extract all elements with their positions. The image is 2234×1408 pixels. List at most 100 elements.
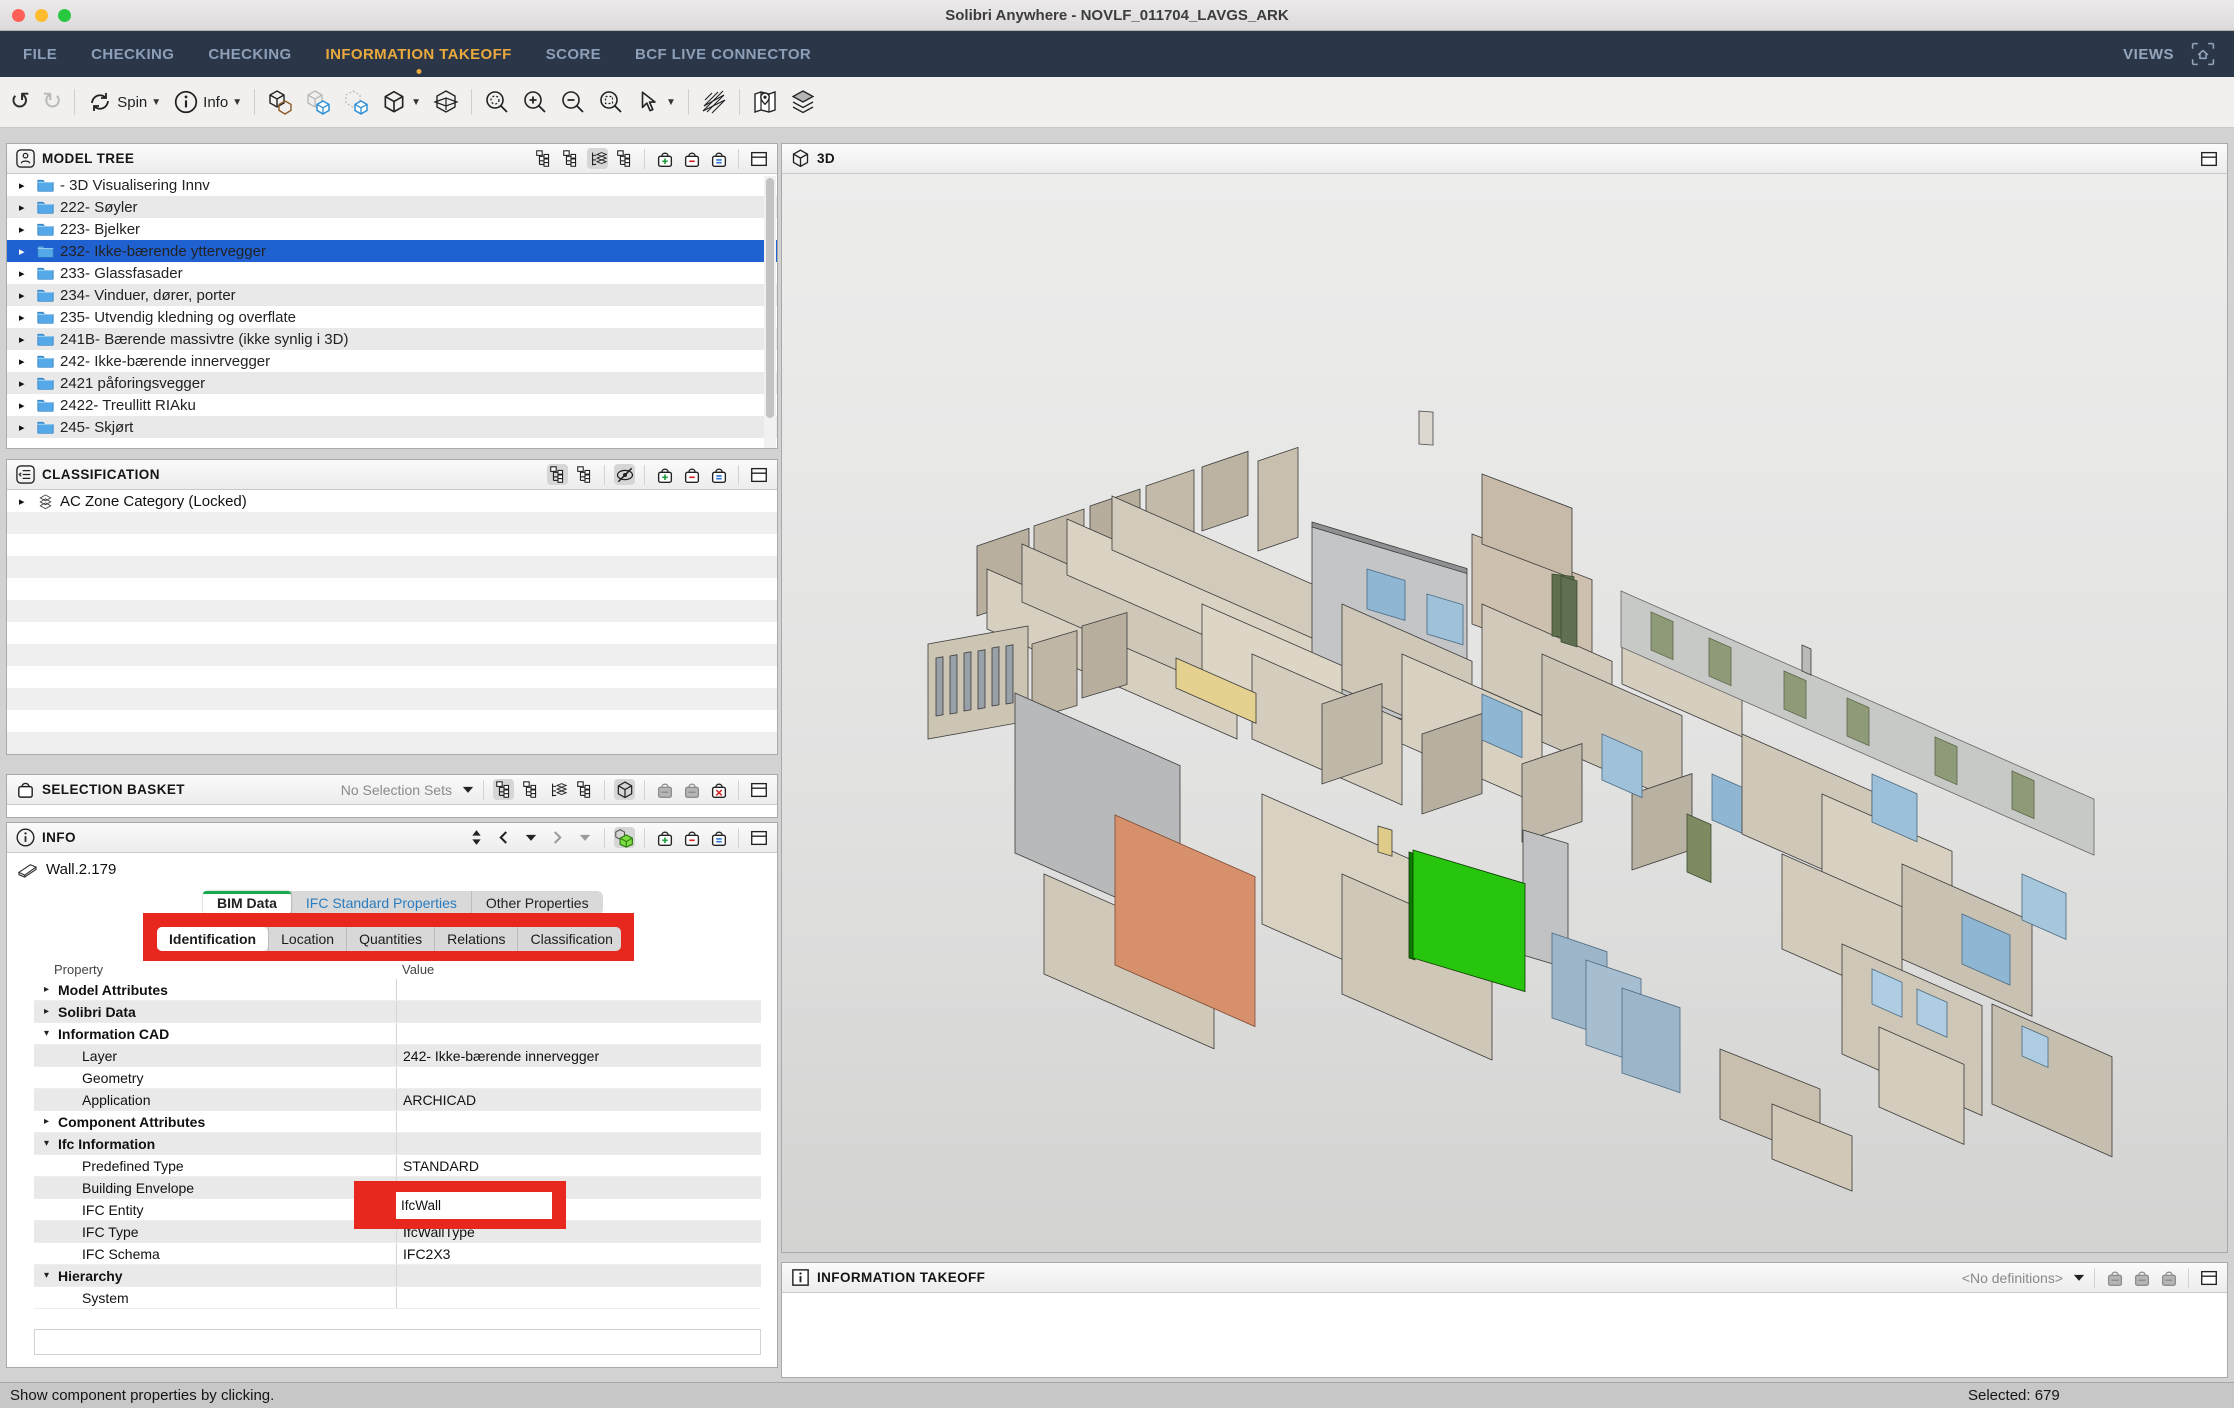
group-arrow[interactable]: ▾: [44, 1270, 58, 1281]
property-row[interactable]: IFC SchemaIFC2X3: [34, 1243, 761, 1265]
tree-item[interactable]: ▸- 3D Visualisering Innv: [7, 174, 777, 196]
tree-item[interactable]: ▸2421 påforingsvegger: [7, 372, 777, 394]
menu-item-checking[interactable]: CHECKING: [91, 46, 174, 63]
panel-layout-icon[interactable]: [2198, 148, 2219, 169]
menu-item-bcf-live-connector[interactable]: BCF LIVE CONNECTOR: [635, 46, 811, 63]
layers-view-icon[interactable]: [587, 148, 608, 169]
menu-item-information-takeoff[interactable]: INFORMATION TAKEOFF: [326, 46, 512, 63]
basket-remove-icon[interactable]: [681, 827, 702, 848]
wall[interactable]: [1802, 645, 1811, 675]
group-arrow[interactable]: ▾: [44, 1028, 58, 1039]
basket-add-icon-disabled[interactable]: [654, 779, 675, 800]
expand-arrow[interactable]: ▸: [19, 223, 35, 236]
property-row[interactable]: Predefined TypeSTANDARD: [34, 1155, 761, 1177]
component-view-icon[interactable]: [614, 148, 635, 169]
sort-icon[interactable]: [466, 827, 487, 848]
tab-ifc-standard-properties[interactable]: IFC Standard Properties: [291, 891, 471, 915]
tree-item[interactable]: ▸234- Vinduer, dører, porter: [7, 284, 777, 306]
flat-view-icon[interactable]: [574, 464, 595, 485]
previous-icon[interactable]: [493, 827, 514, 848]
chevron-down-icon[interactable]: [462, 785, 474, 794]
show-basket-3d-icon[interactable]: [614, 779, 635, 800]
wall[interactable]: [1378, 826, 1392, 856]
group-arrow[interactable]: ▸: [44, 1116, 58, 1127]
undo-button[interactable]: ↺: [10, 90, 30, 114]
wall[interactable]: [1082, 613, 1127, 699]
chevron-down-icon[interactable]: [2073, 1273, 2085, 1282]
expand-arrow[interactable]: ▸: [19, 333, 35, 346]
wall[interactable]: [964, 652, 971, 711]
subtab-classification[interactable]: Classification: [517, 927, 624, 951]
tree-item[interactable]: ▸245- Skjørt: [7, 416, 777, 438]
group-arrow[interactable]: ▾: [44, 1138, 58, 1149]
expand-arrow[interactable]: ▸: [19, 311, 35, 324]
reset-view-home-icon[interactable]: [2190, 41, 2216, 67]
expand-arrow[interactable]: ▸: [19, 201, 35, 214]
expand-arrow[interactable]: ▸: [19, 289, 35, 302]
property-row[interactable]: Geometry: [34, 1067, 761, 1089]
zoom-in-icon[interactable]: [522, 89, 548, 115]
property-row[interactable]: ▸Component Attributes: [34, 1111, 761, 1133]
expand-arrow[interactable]: ▸: [19, 421, 35, 434]
wall[interactable]: [992, 647, 999, 706]
property-row[interactable]: ▾Hierarchy: [34, 1265, 761, 1287]
expand-arrow[interactable]: ▸: [19, 377, 35, 390]
history-dropdown-icon[interactable]: [520, 827, 541, 848]
tree-item[interactable]: ▸232- Ikke-bærende yttervegger: [7, 240, 777, 262]
select-tool-button[interactable]: ▼: [636, 89, 676, 115]
selection-sets-dropdown[interactable]: No Selection Sets: [341, 782, 452, 798]
property-row[interactable]: ApplicationARCHICAD: [34, 1089, 761, 1111]
subtab-identification[interactable]: Identification: [157, 927, 268, 951]
tree-item[interactable]: ▸235- Utvendig kledning og overflate: [7, 306, 777, 328]
forward-dropdown-icon-disabled[interactable]: [574, 827, 595, 848]
tree-item[interactable]: ▸242- Ikke-bærende innervegger: [7, 350, 777, 372]
group-arrow[interactable]: ▸: [44, 984, 58, 995]
tree-item[interactable]: ▸223- Bjelker: [7, 218, 777, 240]
basket-set-icon[interactable]: [708, 464, 729, 485]
basket-set-icon-disabled[interactable]: [2158, 1267, 2179, 1288]
menu-item-checking[interactable]: CHECKING: [208, 46, 291, 63]
wall[interactable]: [950, 655, 957, 714]
highlight-component-icon[interactable]: [614, 827, 635, 848]
group-arrow[interactable]: ▸: [44, 1006, 58, 1017]
basket-add-icon[interactable]: [654, 464, 675, 485]
tree-item[interactable]: ▸241B- Bærende massivtre (ikke synlig i …: [7, 328, 777, 350]
expand-arrow[interactable]: ▸: [19, 355, 35, 368]
wall[interactable]: [1258, 447, 1298, 551]
expand-arrow[interactable]: ▸: [19, 267, 35, 280]
basket-set-icon[interactable]: [708, 827, 729, 848]
tab-other-properties[interactable]: Other Properties: [471, 891, 603, 915]
tree-item[interactable]: ▸2422- Treullitt RIAku: [7, 394, 777, 416]
wall[interactable]: [978, 650, 985, 709]
basket-remove-icon[interactable]: [681, 464, 702, 485]
perspective-grid-icon[interactable]: [701, 89, 727, 115]
basket-set-icon[interactable]: [708, 148, 729, 169]
tab-bim-data[interactable]: BIM Data: [203, 891, 291, 915]
flat-view-icon[interactable]: [520, 779, 541, 800]
tree-view-icon[interactable]: [533, 148, 554, 169]
panel-layout-icon[interactable]: [748, 464, 769, 485]
basket-add-icon-disabled[interactable]: [2104, 1267, 2125, 1288]
views-menu-item[interactable]: VIEWS: [2123, 46, 2174, 63]
layers-view-icon[interactable]: [547, 779, 568, 800]
footprint-map-icon[interactable]: [752, 89, 778, 115]
visualization-mode-button[interactable]: ▼: [381, 89, 421, 115]
tree-view-icon[interactable]: [493, 779, 514, 800]
basket-add-icon[interactable]: [654, 148, 675, 169]
model-tree-scrollbar[interactable]: [764, 176, 776, 448]
show-selected-components-icon[interactable]: [305, 89, 331, 115]
classification-item[interactable]: ▸ AC Zone Category (Locked): [7, 490, 777, 512]
expand-arrow[interactable]: ▸: [19, 399, 35, 412]
subtab-quantities[interactable]: Quantities: [346, 927, 434, 951]
definitions-dropdown[interactable]: <No definitions>: [1962, 1270, 2063, 1286]
expand-arrow[interactable]: ▸: [19, 495, 35, 508]
panel-layout-icon[interactable]: [2198, 1267, 2219, 1288]
property-row[interactable]: System: [34, 1287, 761, 1309]
show-all-components-icon[interactable]: [267, 89, 293, 115]
menu-item-score[interactable]: SCORE: [546, 46, 601, 63]
wall[interactable]: [1561, 576, 1577, 647]
info-tool-button[interactable]: Info▼: [173, 89, 242, 115]
basket-add-icon[interactable]: [654, 827, 675, 848]
wall[interactable]: [936, 657, 943, 716]
subtab-location[interactable]: Location: [268, 927, 346, 951]
